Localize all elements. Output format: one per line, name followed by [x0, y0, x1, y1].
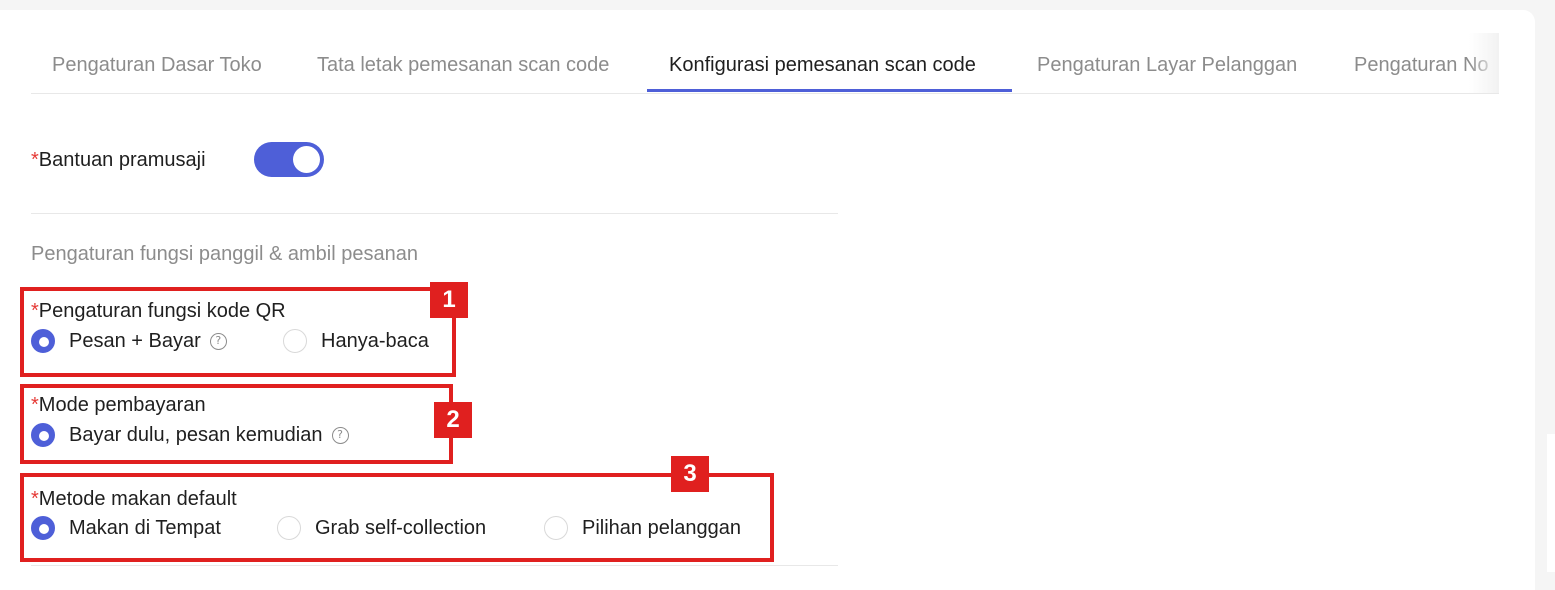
tab-scan-order-config[interactable]: Konfigurasi pemesanan scan code	[669, 33, 976, 93]
right-edge-strip	[1547, 434, 1555, 572]
radio-unchecked-icon	[277, 516, 301, 540]
tab-customer-display-settings[interactable]: Pengaturan Layar Pelanggan	[1037, 33, 1297, 93]
radio-grab-self-collection[interactable]: Grab self-collection	[277, 513, 486, 543]
annotation-badge-1: 1	[430, 282, 468, 318]
radio-label: Pilihan pelanggan	[582, 516, 742, 539]
radio-unchecked-icon	[283, 329, 307, 353]
payment-mode-label: *Mode pembayaran	[31, 394, 206, 417]
qr-function-label-text: Pengaturan fungsi kode QR	[38, 300, 286, 322]
tabs-overflow-fade	[1469, 33, 1499, 93]
radio-label: Grab self-collection	[315, 516, 487, 539]
required-mark: *	[31, 394, 39, 416]
radio-label: Bayar dulu, pesan kemudian	[69, 423, 323, 446]
radio-read-only[interactable]: Hanya-baca	[283, 326, 429, 356]
payment-mode-radio-group: Bayar dulu, pesan kemudian ?	[31, 420, 411, 450]
dining-method-label: *Metode makan default	[31, 488, 237, 511]
divider	[31, 565, 838, 566]
radio-unchecked-icon	[544, 516, 568, 540]
radio-checked-icon	[31, 516, 55, 540]
radio-order-and-pay[interactable]: Pesan + Bayar ?	[31, 326, 227, 356]
toggle-knob	[293, 146, 320, 173]
radio-label: Makan di Tempat	[69, 516, 221, 539]
required-mark: *	[31, 300, 39, 322]
help-icon[interactable]: ?	[209, 332, 227, 350]
annotation-badge-3: 3	[671, 456, 709, 492]
radio-pay-first-order-later[interactable]: Bayar dulu, pesan kemudian ?	[31, 420, 349, 450]
tab-scan-order-layout[interactable]: Tata letak pemesanan scan code	[317, 33, 609, 93]
dining-method-radio-group: Makan di Tempat Grab self-collection Pil…	[31, 513, 766, 543]
radio-checked-icon	[31, 329, 55, 353]
waiter-assist-label: *Bantuan pramusaji	[31, 149, 206, 172]
required-mark: *	[31, 149, 39, 171]
tab-store-basic-settings[interactable]: Pengaturan Dasar Toko	[52, 33, 262, 93]
section-title: Pengaturan fungsi panggil & ambil pesana…	[31, 243, 418, 265]
waiter-assist-toggle[interactable]	[254, 142, 324, 177]
dining-method-label-text: Metode makan default	[38, 488, 237, 510]
radio-label: Hanya-baca	[321, 329, 429, 352]
divider	[31, 213, 838, 214]
settings-tabs: Pengaturan Dasar Toko Tata letak pemesan…	[31, 33, 1499, 94]
radio-label: Pesan + Bayar	[69, 329, 201, 352]
annotation-badge-2: 2	[434, 402, 472, 438]
help-icon[interactable]: ?	[331, 426, 349, 444]
radio-checked-icon	[31, 423, 55, 447]
radio-customer-choice[interactable]: Pilihan pelanggan	[544, 513, 741, 543]
radio-dine-in[interactable]: Makan di Tempat	[31, 513, 221, 543]
qr-function-label: *Pengaturan fungsi kode QR	[31, 300, 286, 323]
payment-mode-label-text: Mode pembayaran	[38, 394, 206, 416]
waiter-assist-label-text: Bantuan pramusaji	[38, 149, 206, 171]
required-mark: *	[31, 488, 39, 510]
active-tab-indicator	[647, 89, 1012, 92]
qr-function-radio-group: Pesan + Bayar ? Hanya-baca	[31, 326, 451, 356]
